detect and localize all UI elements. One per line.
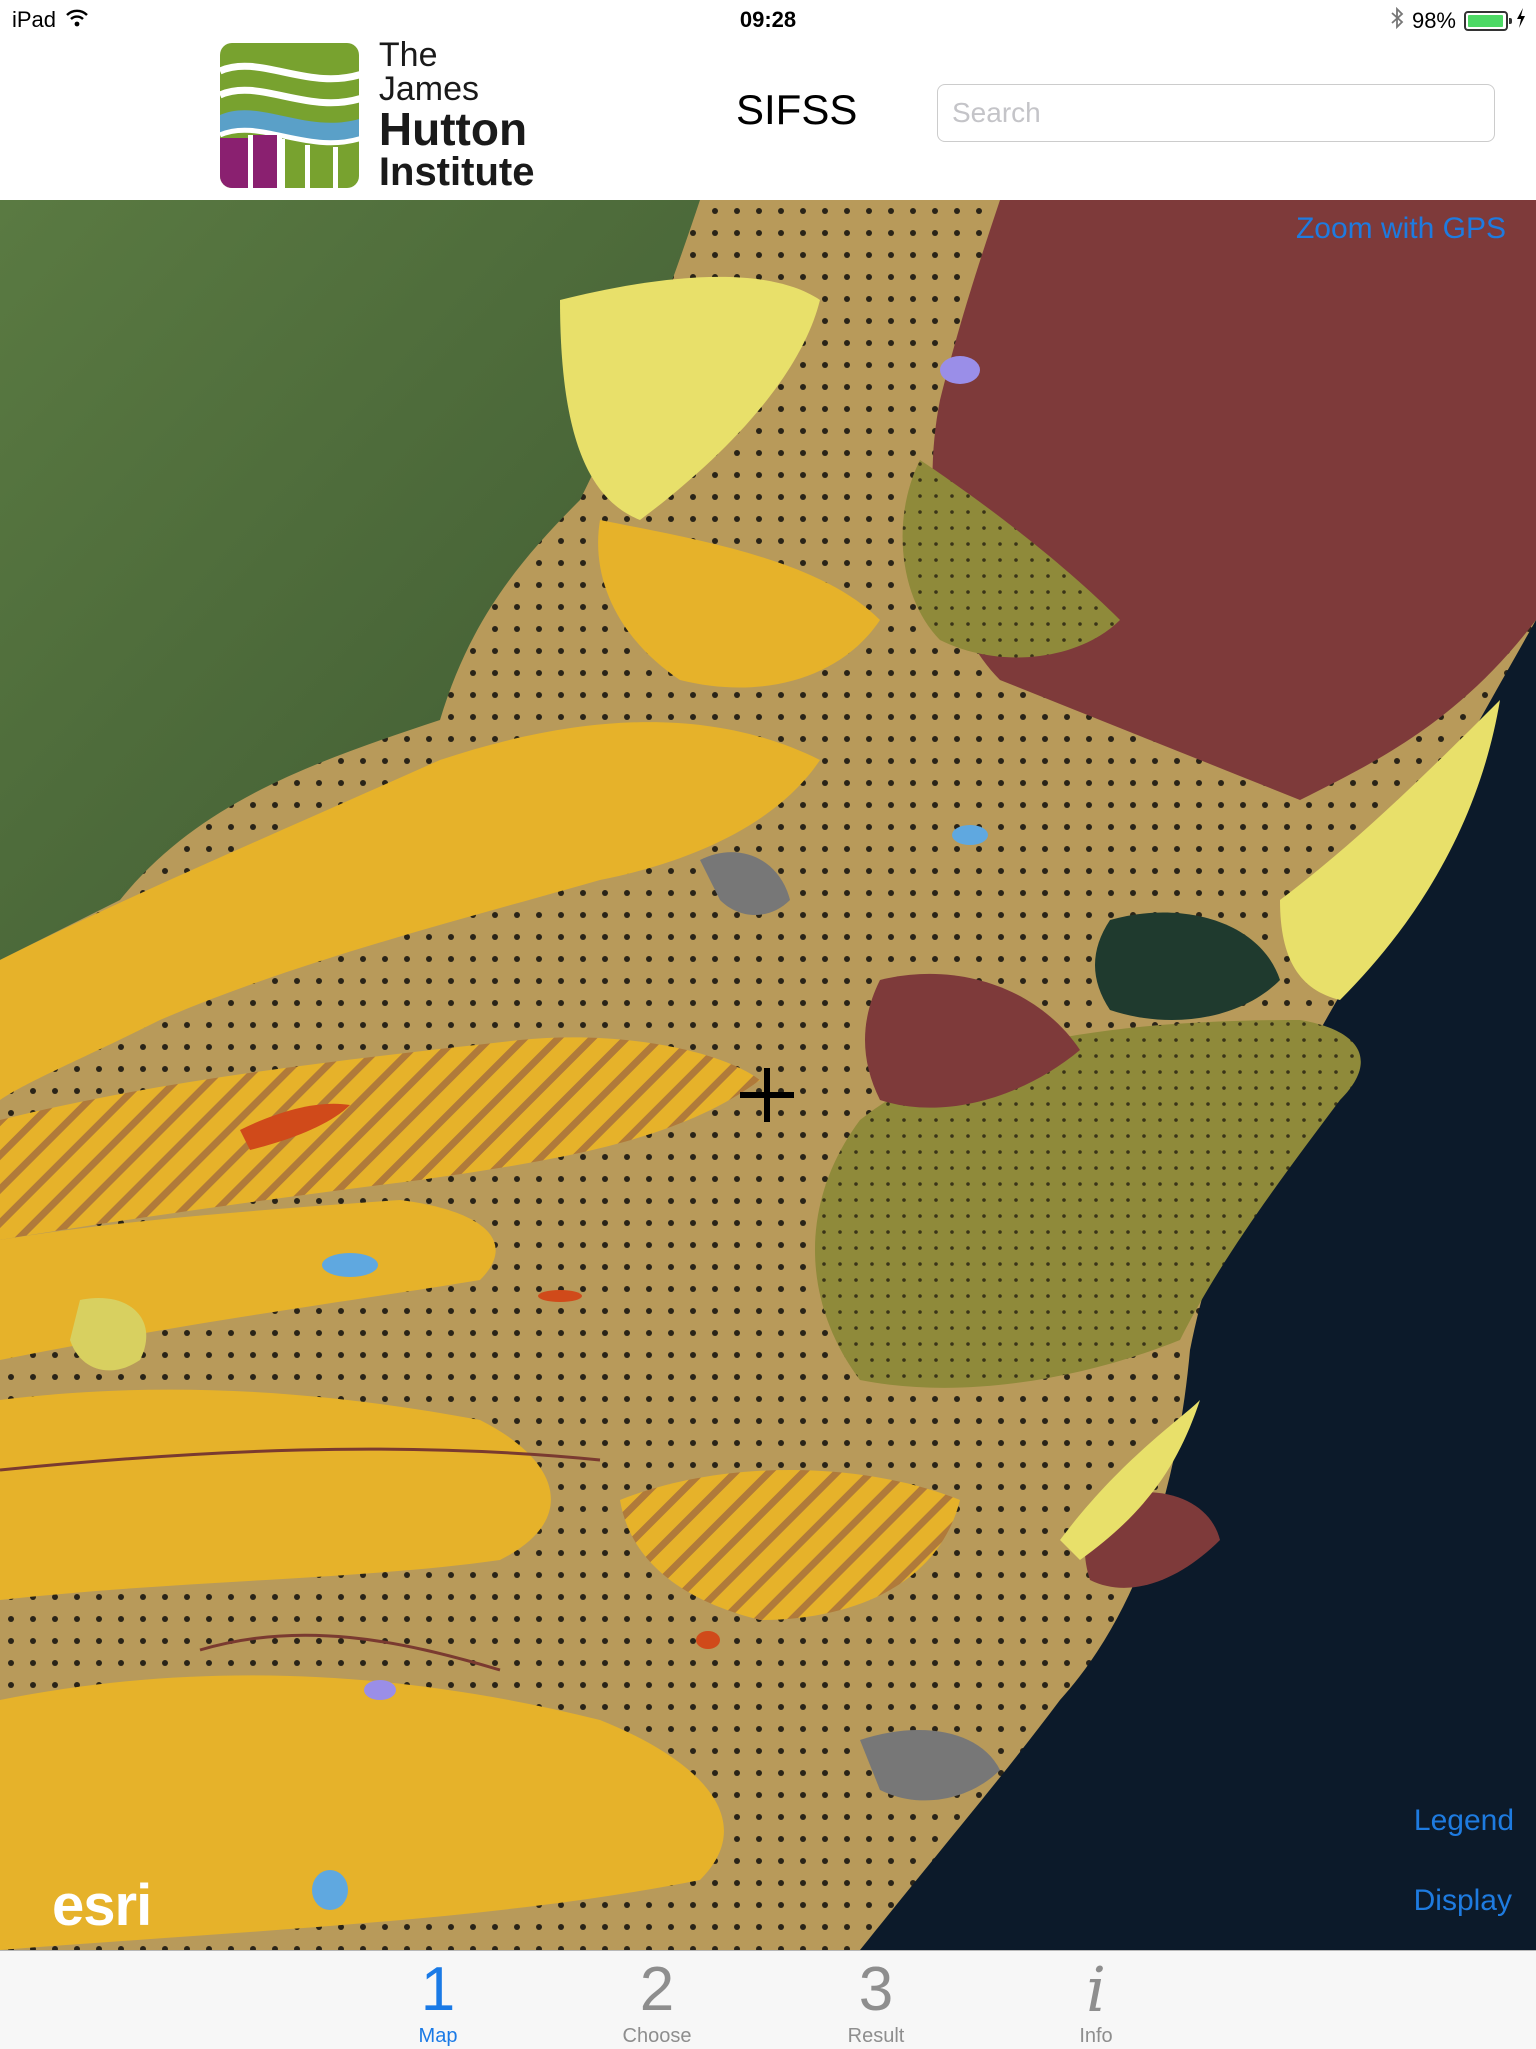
tab-result-number: 3 bbox=[806, 1955, 946, 2025]
tab-map-label: Map bbox=[368, 2025, 508, 2048]
logo-mark-icon bbox=[220, 43, 359, 188]
james-hutton-logo: The James Hutton Institute bbox=[220, 40, 540, 190]
tab-result[interactable]: 3 Result bbox=[806, 1951, 946, 2049]
tab-choose-label: Choose bbox=[587, 2025, 727, 2048]
tab-result-label: Result bbox=[806, 2025, 946, 2048]
red-patch-3 bbox=[696, 1631, 720, 1649]
battery-level-fill bbox=[1468, 15, 1503, 27]
clock: 09:28 bbox=[0, 7, 1536, 33]
zoom-with-gps-button[interactable]: Zoom with GPS bbox=[1296, 212, 1506, 246]
app-header: The James Hutton Institute SIFSS bbox=[0, 40, 1536, 200]
lake bbox=[322, 1253, 378, 1277]
search-input[interactable] bbox=[937, 84, 1495, 142]
lake-south bbox=[312, 1870, 348, 1910]
display-button[interactable]: Display bbox=[1414, 1884, 1512, 1918]
tab-choose[interactable]: 2 Choose bbox=[587, 1951, 727, 2049]
tab-info-number: i bbox=[1026, 1955, 1166, 2025]
lake-east bbox=[952, 825, 988, 845]
tab-info[interactable]: i Info bbox=[1026, 1951, 1166, 2049]
tab-map[interactable]: 1 Map bbox=[368, 1951, 508, 2049]
logo-line-1: The James bbox=[379, 38, 540, 106]
charging-bolt-icon bbox=[1516, 8, 1526, 34]
map-view[interactable]: Zoom with GPS Legend Display esri bbox=[0, 200, 1536, 1950]
logo-line-3: Institute bbox=[379, 152, 540, 192]
tab-bar: 1 Map 2 Choose 3 Result i Info bbox=[0, 1950, 1536, 2049]
app-title: SIFSS bbox=[736, 86, 857, 134]
red-patch-2 bbox=[538, 1290, 582, 1302]
lavender-patch bbox=[940, 356, 980, 384]
legend-button[interactable]: Legend bbox=[1414, 1804, 1514, 1838]
battery-icon bbox=[1464, 11, 1508, 31]
battery-percent: 98% bbox=[1412, 8, 1456, 34]
tab-info-label: Info bbox=[1026, 2025, 1166, 2048]
esri-attribution-logo: esri bbox=[52, 1872, 151, 1939]
logo-line-2: Hutton bbox=[379, 106, 540, 152]
tab-map-number: 1 bbox=[368, 1955, 508, 2025]
tab-choose-number: 2 bbox=[587, 1955, 727, 2025]
status-bar: iPad 09:28 98% bbox=[0, 0, 1536, 40]
bluetooth-icon bbox=[1390, 7, 1404, 35]
lavender-patch-south bbox=[364, 1680, 396, 1700]
crosshair-icon bbox=[740, 1068, 794, 1122]
